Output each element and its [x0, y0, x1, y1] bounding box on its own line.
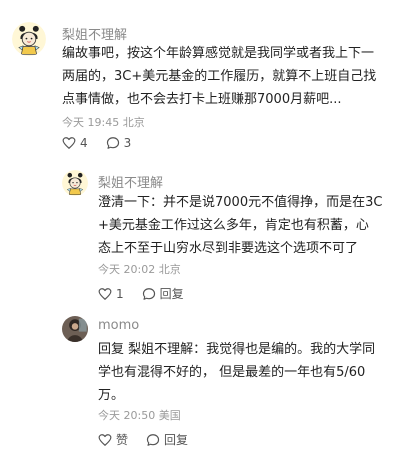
heart-icon — [98, 433, 112, 447]
comment-line: 澄清一下：并不是说7000元不值得挣，而是在3C — [98, 195, 383, 210]
reply-button[interactable]: 回复 — [142, 285, 184, 302]
reply-count: 3 — [123, 136, 132, 150]
reply-label: 回复 — [164, 433, 189, 447]
comment-actions: 赞 回复 — [98, 431, 206, 448]
photo-avatar-icon[interactable] — [62, 316, 88, 342]
comment-line: 编故事吧，按这个年龄算感觉就是我同学或者我上下一 — [62, 46, 375, 61]
girl-avatar-icon[interactable] — [12, 22, 46, 56]
comment-meta: 今天 19:45 北京 — [62, 114, 145, 130]
heart-icon — [62, 136, 76, 150]
comment-meta: 今天 20:50 美国 — [98, 407, 181, 423]
comment-actions: 1 回复 — [98, 285, 202, 302]
comment-line: 万。 — [98, 388, 125, 403]
comment-line: 两届的，3C+美元基金的工作履历，就算不上班自己找 — [62, 69, 377, 84]
reply-item: 梨姐不理解 澄清一下：并不是说7000元不值得挣，而是在3C +美元基金工作过这… — [0, 158, 413, 308]
comment-author[interactable]: 梨姐不理解 — [62, 24, 127, 43]
comment-item: 梨姐不理解 编故事吧，按这个年龄算感觉就是我同学或者我上下一 两届的，3C+美元… — [0, 0, 413, 158]
comment-body: 编故事吧，按这个年龄算感觉就是我同学或者我上下一 两届的，3C+美元基金的工作履… — [62, 42, 407, 111]
comment-line: +美元基金工作过这么多年，肯定也有积蓄，心 — [98, 218, 369, 233]
comment-body: 澄清一下：并不是说7000元不值得挣，而是在3C +美元基金工作过这么多年，肯定… — [98, 191, 410, 260]
like-count: 4 — [80, 136, 88, 150]
comment-bubble-icon — [106, 136, 120, 150]
comment-bubble-icon — [142, 287, 156, 301]
like-button[interactable]: 赞 — [98, 431, 128, 448]
comment-body: 回复 梨姐不理解：我觉得也是编的。我的大学同 学也有混得不好的， 但是最差的一年… — [98, 338, 410, 407]
heart-icon — [98, 287, 112, 301]
like-label: 赞 — [116, 433, 129, 447]
like-count: 1 — [116, 286, 124, 301]
comment-meta: 今天 20:02 北京 — [98, 261, 181, 277]
comment-location: 美国 — [158, 409, 181, 422]
like-button[interactable]: 1 — [98, 287, 124, 301]
comment-location: 北京 — [158, 263, 181, 276]
girl-avatar-icon[interactable] — [62, 170, 88, 196]
comment-actions: 4 3 — [62, 136, 149, 150]
comment-time: 今天 20:50 — [98, 409, 156, 422]
reply-button[interactable]: 回复 — [146, 431, 188, 448]
reply-button[interactable]: 3 — [106, 136, 132, 150]
comment-line: 学也有混得不好的， 但是最差的一年也有5/60 — [98, 365, 366, 380]
comment-bubble-icon — [146, 433, 160, 447]
reply-label: 回复 — [159, 287, 184, 301]
reply-item: momo 回复 梨姐不理解：我觉得也是编的。我的大学同 学也有混得不好的， 但是… — [0, 308, 413, 451]
comment-line: 态上不至于山穷水尽到非要选这个选项不可了 — [98, 241, 359, 256]
comment-author[interactable]: 梨姐不理解 — [98, 172, 163, 191]
comment-line: 回复 梨姐不理解：我觉得也是编的。我的大学同 — [98, 342, 376, 357]
comment-time: 今天 19:45 — [62, 116, 120, 129]
like-button[interactable]: 4 — [62, 136, 88, 150]
comment-author[interactable]: momo — [98, 318, 139, 333]
comment-time: 今天 20:02 — [98, 263, 156, 276]
comment-location: 北京 — [122, 116, 145, 129]
comment-line: 点事情做，也不会去打卡上班赚那7000月薪吧... — [62, 92, 342, 107]
